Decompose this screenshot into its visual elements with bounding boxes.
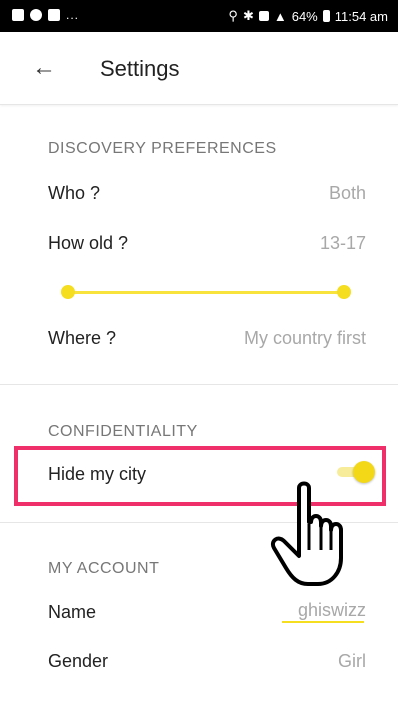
where-value[interactable]: My country first [244,328,366,349]
age-label[interactable]: How old ? [48,233,128,254]
pointer-hand-icon [271,481,343,586]
name-label[interactable]: Name [48,602,96,623]
location-icon: ⚲ [228,8,238,23]
hide-city-label[interactable]: Hide my city [48,464,146,485]
who-value[interactable]: Both [329,183,366,204]
app-bar: ← Settings [0,32,398,105]
section-title-confidentiality: CONFIDENTIALITY [48,423,198,440]
gender-label[interactable]: Gender [48,651,108,672]
clock: 11:54 am [334,8,388,24]
status-bar-notifications: ... [12,8,79,22]
notification-icon [12,9,24,21]
slider-max-handle[interactable] [337,285,351,299]
who-label[interactable]: Who ? [48,183,100,204]
page-title: Settings [100,56,180,81]
divider [0,384,398,385]
signal-icon: ▲ [273,8,287,24]
bluetooth-icon: ✱ [242,8,254,23]
name-field[interactable]: ghiswizz [298,600,366,621]
section-title-discovery: DISCOVERY PREFERENCES [48,140,277,157]
app-notification-icon [30,9,42,21]
more-notifications-text: ... [66,8,80,22]
status-bar-system: ⚲ ✱ ▲ 64% 11:54 am [228,8,388,24]
section-title-account: MY ACCOUNT [48,560,160,577]
age-value[interactable]: 13-17 [320,233,366,254]
toggle-knob [353,461,375,483]
battery-percent: 64% [291,8,318,24]
message-icon [48,9,60,21]
name-field-underline [282,621,364,623]
where-label[interactable]: Where ? [48,328,116,349]
age-range-slider[interactable] [61,285,351,299]
nfc-icon [258,11,269,21]
battery-icon [322,10,330,22]
slider-min-handle[interactable] [61,285,75,299]
status-bar: ... ⚲ ✱ ▲ 64% 11:54 am [0,0,398,32]
back-arrow-icon[interactable]: ← [32,56,56,80]
gender-value[interactable]: Girl [338,651,366,672]
slider-track [68,291,344,294]
